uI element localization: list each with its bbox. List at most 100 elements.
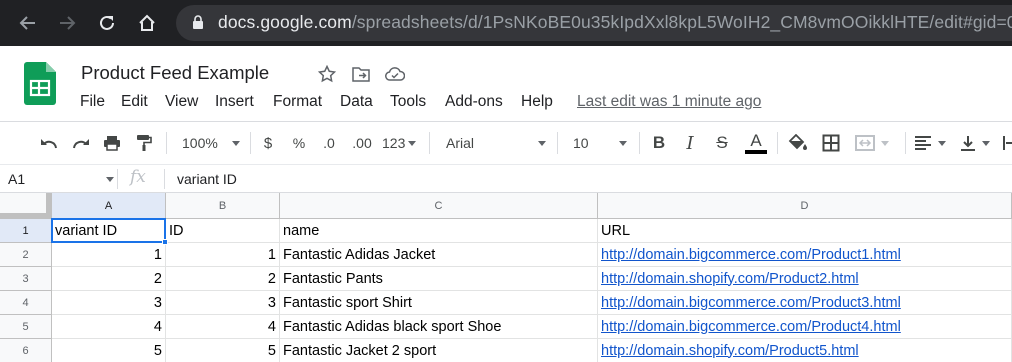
column-header-d[interactable]: D	[598, 193, 1012, 219]
row-header[interactable]: 4	[0, 291, 52, 315]
cell-b1[interactable]: ID	[166, 219, 280, 243]
menu-insert[interactable]: Insert	[215, 93, 254, 111]
font-size-select[interactable]: 10	[573, 130, 631, 156]
text-wrapping-button[interactable]	[1002, 130, 1012, 156]
cell-a2[interactable]: 1	[52, 243, 166, 267]
chevron-down-icon	[982, 140, 990, 146]
cell-a6[interactable]: 5	[52, 339, 166, 362]
menu-tools[interactable]: Tools	[390, 93, 426, 111]
cell-d5[interactable]: http://domain.bigcommerce.com/Product4.h…	[598, 315, 1012, 339]
back-arrow-icon	[19, 16, 35, 30]
text-color-button[interactable]: A	[744, 130, 768, 156]
cell-a5[interactable]: 4	[52, 315, 166, 339]
menu-data[interactable]: Data	[340, 93, 373, 111]
chevron-down-icon	[231, 140, 240, 146]
menu-view[interactable]: View	[165, 93, 198, 111]
fill-color-button[interactable]	[787, 130, 809, 156]
last-edit-link[interactable]: Last edit was 1 minute ago	[577, 93, 761, 111]
column-header-a[interactable]: A	[52, 193, 166, 219]
cell-a3[interactable]: 2	[52, 267, 166, 291]
spreadsheet-grid: A B C D 1 variant ID ID name URL 2 1 1 Fantastic Adi…	[0, 193, 1012, 362]
cell-d3[interactable]: http://domain.shopify.com/Product2.html	[598, 267, 1012, 291]
menu-help[interactable]: Help	[521, 93, 553, 111]
star-icon[interactable]	[316, 63, 338, 85]
redo-icon	[73, 139, 89, 149]
chevron-down-icon	[538, 140, 546, 146]
cell-c1[interactable]: name	[280, 219, 598, 243]
fill-handle[interactable]	[162, 239, 168, 245]
menu-file[interactable]: File	[80, 93, 105, 111]
undo-button[interactable]	[38, 130, 60, 156]
cell-a1[interactable]: variant ID	[52, 219, 166, 243]
horizontal-align-button[interactable]	[914, 130, 952, 156]
freeze-row-handle[interactable]	[0, 213, 51, 218]
menu-addons[interactable]: Add-ons	[445, 93, 503, 111]
zoom-value: 100%	[182, 135, 218, 151]
select-all-corner[interactable]	[0, 193, 52, 219]
cell-c4[interactable]: Fantastic sport Shirt	[280, 291, 598, 315]
increase-decimal-button[interactable]: .00	[348, 130, 376, 156]
document-title[interactable]: Product Feed Example	[81, 62, 269, 84]
row-header[interactable]: 1	[0, 219, 52, 243]
cell-c5[interactable]: Fantastic Adidas black sport Shoe	[280, 315, 598, 339]
column-header-b[interactable]: B	[166, 193, 280, 219]
strikethrough-button[interactable]: S	[712, 130, 732, 156]
menu-format[interactable]: Format	[273, 93, 322, 111]
toolbar-divider	[250, 132, 251, 154]
fx-icon: fx	[130, 167, 146, 187]
zoom-select[interactable]: 100%	[182, 130, 242, 156]
cell-b5[interactable]: 4	[166, 315, 280, 339]
row-header[interactable]: 2	[0, 243, 52, 267]
toolbar-divider	[777, 132, 778, 154]
row-header[interactable]: 3	[0, 267, 52, 291]
column-header-c[interactable]: C	[280, 193, 598, 219]
toolbar-divider	[905, 132, 906, 154]
cloud-status-icon[interactable]	[384, 63, 406, 85]
align-bottom-icon	[961, 136, 975, 151]
forward-button[interactable]	[53, 9, 81, 37]
toolbar-divider	[557, 132, 558, 154]
chevron-down-icon[interactable]	[106, 177, 114, 182]
vertical-align-button[interactable]	[960, 130, 998, 156]
cell-d1[interactable]: URL	[598, 219, 1012, 243]
bold-button[interactable]: B	[649, 130, 669, 156]
cell-d6[interactable]: http://domain.shopify.com/Product5.html	[598, 339, 1012, 362]
cell-c2[interactable]: Fantastic Adidas Jacket	[280, 243, 598, 267]
sheets-logo-icon[interactable]	[24, 62, 56, 105]
cell-b4[interactable]: 3	[166, 291, 280, 315]
print-button[interactable]	[101, 130, 123, 156]
cell-c6[interactable]: Fantastic Jacket 2 sport	[280, 339, 598, 362]
percent-format-button[interactable]: %	[289, 130, 309, 156]
borders-button[interactable]	[820, 130, 842, 156]
row-header[interactable]: 5	[0, 315, 52, 339]
address-bar[interactable]: docs.google.com/spreadsheets/d/1PsNKoBE0…	[176, 5, 1012, 41]
paint-format-button[interactable]	[133, 130, 155, 156]
toolbar-divider	[639, 132, 640, 154]
row-header[interactable]: 6	[0, 339, 52, 362]
cell-b2[interactable]: 1	[166, 243, 280, 267]
cell-c3[interactable]: Fantastic Pants	[280, 267, 598, 291]
menu-edit[interactable]: Edit	[121, 93, 148, 111]
cell-b6[interactable]: 5	[166, 339, 280, 362]
name-box[interactable]: A1	[8, 171, 25, 187]
formula-input[interactable]: variant ID	[177, 171, 237, 187]
currency-format-button[interactable]: $	[258, 130, 278, 156]
cell-d2[interactable]: http://domain.bigcommerce.com/Product1.h…	[598, 243, 1012, 267]
font-family-select[interactable]: Arial	[446, 130, 548, 156]
move-to-folder-icon[interactable]	[350, 63, 372, 85]
print-icon	[104, 136, 120, 151]
home-button[interactable]	[133, 9, 161, 37]
back-button[interactable]	[14, 9, 42, 37]
decrease-decimal-button[interactable]: .0	[317, 130, 341, 156]
cell-a4[interactable]: 3	[52, 291, 166, 315]
toolbar-divider	[429, 132, 430, 154]
lock-icon	[193, 15, 203, 29]
cell-d4[interactable]: http://domain.bigcommerce.com/Product3.h…	[598, 291, 1012, 315]
browser-toolbar: docs.google.com/spreadsheets/d/1PsNKoBE0…	[0, 0, 1012, 46]
italic-button[interactable]: I	[680, 130, 700, 156]
more-formats-button[interactable]: 123	[382, 130, 422, 156]
formula-bar: A1 fx variant ID	[0, 165, 1012, 193]
reload-button[interactable]	[93, 9, 121, 37]
redo-button[interactable]	[70, 130, 92, 156]
cell-b3[interactable]: 2	[166, 267, 280, 291]
